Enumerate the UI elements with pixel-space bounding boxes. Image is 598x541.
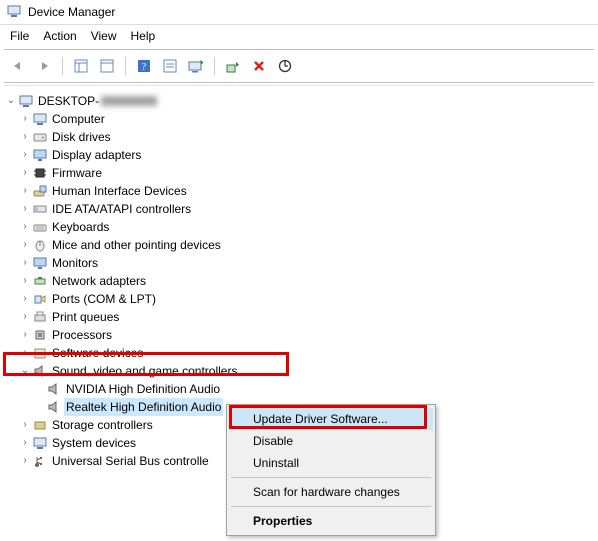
tree-node-ide[interactable]: ›IDE ATA/ATAPI controllers xyxy=(4,200,594,218)
expander-icon[interactable]: › xyxy=(18,128,32,146)
tree-node-disk-drives[interactable]: ›Disk drives xyxy=(4,128,594,146)
back-button[interactable] xyxy=(6,55,30,77)
expander-icon[interactable]: › xyxy=(18,290,32,308)
printer-icon xyxy=(32,309,48,325)
menu-bar: File Action View Help xyxy=(0,25,598,47)
ide-icon xyxy=(32,201,48,217)
tree-node-network[interactable]: ›Network adapters xyxy=(4,272,594,290)
expander-icon[interactable]: ⌄ xyxy=(18,362,32,380)
tree-node-firmware[interactable]: ›Firmware xyxy=(4,164,594,182)
hid-icon xyxy=(32,183,48,199)
system-icon xyxy=(32,435,48,451)
tree-node-keyboards[interactable]: ›Keyboards xyxy=(4,218,594,236)
menu-view[interactable]: View xyxy=(91,29,117,43)
menu-action[interactable]: Action xyxy=(43,29,76,43)
expander-icon[interactable]: › xyxy=(18,182,32,200)
tree-node-software-devices[interactable]: ›Software devices xyxy=(4,344,594,362)
menu-help[interactable]: Help xyxy=(131,29,156,43)
speaker-icon xyxy=(32,363,48,379)
expander-icon[interactable]: › xyxy=(18,344,32,362)
usb-icon xyxy=(32,453,48,469)
speaker-icon xyxy=(46,399,62,415)
expander-icon[interactable]: › xyxy=(18,434,32,452)
speaker-icon xyxy=(46,381,62,397)
expander-icon[interactable]: ⌄ xyxy=(4,92,18,110)
context-menu: Update Driver Software... Disable Uninst… xyxy=(226,404,436,536)
show-hide-tree-button[interactable] xyxy=(69,55,93,77)
port-icon xyxy=(32,291,48,307)
expander-icon[interactable]: › xyxy=(18,452,32,470)
toolbar: ? xyxy=(0,52,598,80)
device-tree[interactable]: ⌄ DESKTOP- XXXXXXXX ›Computer ›Disk driv… xyxy=(0,86,598,510)
expander-icon[interactable]: › xyxy=(18,110,32,128)
tree-node-print-queues[interactable]: ›Print queues xyxy=(4,308,594,326)
tree-node-hid[interactable]: ›Human Interface Devices xyxy=(4,182,594,200)
keyboard-icon xyxy=(32,219,48,235)
expander-icon[interactable]: › xyxy=(18,146,32,164)
expander-icon[interactable]: › xyxy=(18,416,32,434)
tree-node-ports[interactable]: ›Ports (COM & LPT) xyxy=(4,290,594,308)
svg-text:?: ? xyxy=(142,62,147,73)
forward-button[interactable] xyxy=(32,55,56,77)
scan-hardware-button[interactable] xyxy=(273,55,297,77)
menu-separator xyxy=(231,477,431,478)
tree-node-processors[interactable]: ›Processors xyxy=(4,326,594,344)
expander-icon[interactable]: › xyxy=(18,326,32,344)
app-icon xyxy=(6,4,22,20)
update-driver-button[interactable] xyxy=(184,55,208,77)
computer-icon xyxy=(18,93,34,109)
context-disable[interactable]: Disable xyxy=(229,430,433,452)
context-properties[interactable]: Properties xyxy=(229,510,433,532)
properties-button[interactable] xyxy=(95,55,119,77)
cpu-icon xyxy=(32,327,48,343)
help-button[interactable]: ? xyxy=(132,55,156,77)
tree-node-computer[interactable]: ›Computer xyxy=(4,110,594,128)
enable-button[interactable] xyxy=(221,55,245,77)
expander-icon[interactable]: › xyxy=(18,272,32,290)
storage-icon xyxy=(32,417,48,433)
tree-node-display-adapters[interactable]: ›Display adapters xyxy=(4,146,594,164)
context-scan[interactable]: Scan for hardware changes xyxy=(229,481,433,503)
tree-root-label: DESKTOP- xyxy=(36,92,101,110)
monitor-icon xyxy=(32,255,48,271)
tree-node-mice[interactable]: ›Mice and other pointing devices xyxy=(4,236,594,254)
menu-file[interactable]: File xyxy=(10,29,29,43)
expander-icon[interactable]: › xyxy=(18,308,32,326)
computer-icon xyxy=(32,111,48,127)
network-icon xyxy=(32,273,48,289)
redacted-hostname: XXXXXXXX xyxy=(101,96,157,106)
expander-icon[interactable]: › xyxy=(18,218,32,236)
uninstall-button[interactable] xyxy=(247,55,271,77)
tree-node-sound[interactable]: ⌄Sound, video and game controllers xyxy=(4,362,594,380)
window-title: Device Manager xyxy=(28,5,115,19)
display-icon xyxy=(32,147,48,163)
expander-icon[interactable]: › xyxy=(18,164,32,182)
view-button[interactable] xyxy=(158,55,182,77)
tree-root[interactable]: ⌄ DESKTOP- XXXXXXXX xyxy=(4,92,594,110)
tree-node-nvidia-audio[interactable]: NVIDIA High Definition Audio xyxy=(4,380,594,398)
context-uninstall[interactable]: Uninstall xyxy=(229,452,433,474)
title-bar: Device Manager xyxy=(0,0,598,25)
expander-icon[interactable]: › xyxy=(18,200,32,218)
context-update-driver[interactable]: Update Driver Software... xyxy=(229,408,433,430)
chip-icon xyxy=(32,165,48,181)
expander-icon[interactable]: › xyxy=(18,254,32,272)
expander-icon[interactable]: › xyxy=(18,236,32,254)
software-icon xyxy=(32,345,48,361)
disk-icon xyxy=(32,129,48,145)
tree-node-monitors[interactable]: ›Monitors xyxy=(4,254,594,272)
menu-separator xyxy=(231,506,431,507)
mouse-icon xyxy=(32,237,48,253)
